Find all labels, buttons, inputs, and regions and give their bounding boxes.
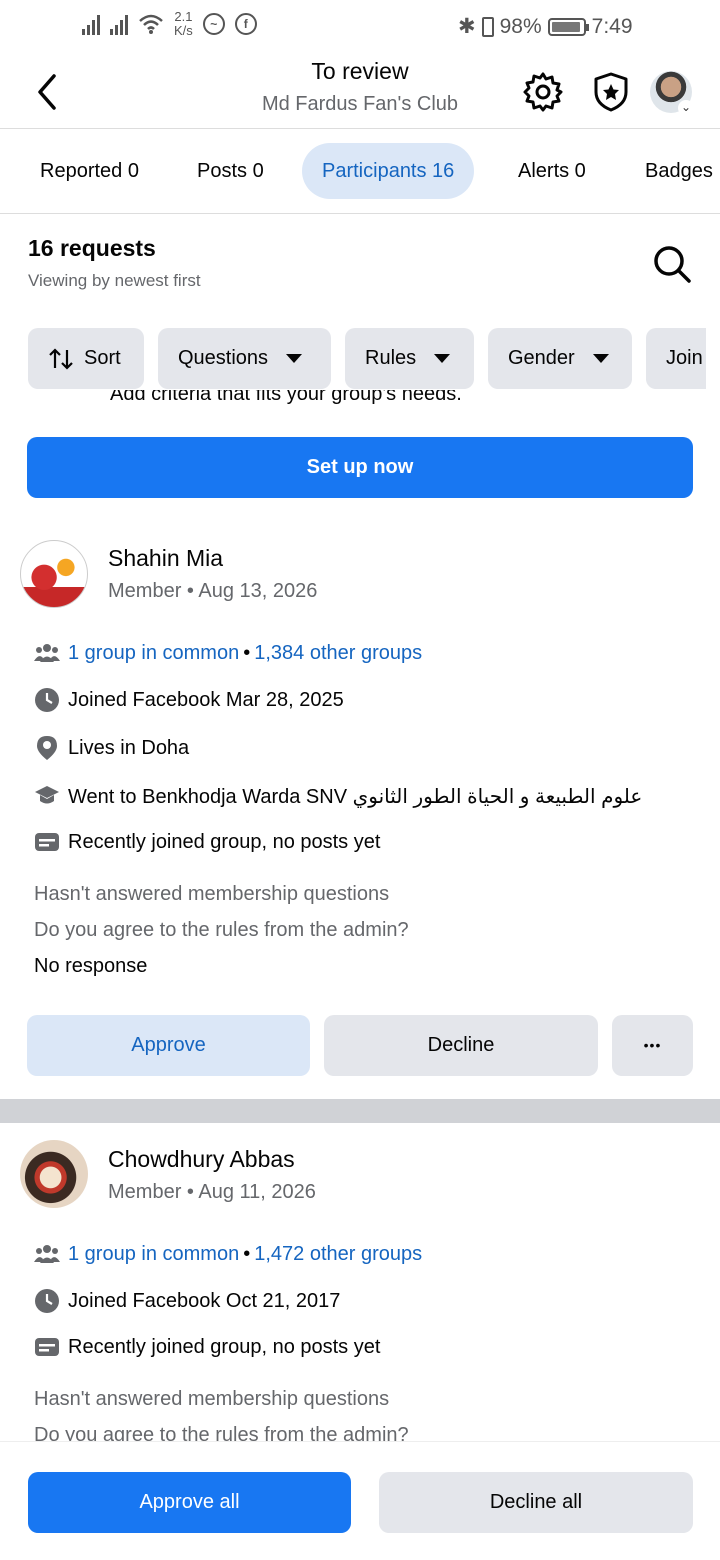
groups-row: 1 group in common • 1,472 other groups: [34, 1241, 422, 1267]
search-icon[interactable]: [652, 244, 692, 284]
criteria-text: Add criteria that fits your group's need…: [110, 390, 462, 405]
groups-in-common-link[interactable]: 1 group in common: [68, 1243, 239, 1266]
status-bar: 2.1 K/s ~ f ✱ 98% 7:49: [0, 0, 720, 56]
approve-button[interactable]: Approve: [27, 1015, 310, 1076]
rules-filter-chip[interactable]: Rules: [345, 328, 474, 389]
tab-reported[interactable]: Reported 0: [40, 143, 139, 199]
member-name[interactable]: Shahin Mia: [108, 545, 223, 572]
signal-icon: [110, 13, 128, 35]
activity-row: Recently joined group, no posts yet: [34, 1334, 380, 1360]
graduation-cap-icon: [34, 783, 60, 809]
vibrate-icon: [481, 16, 494, 37]
gender-filter-chip[interactable]: Gender: [488, 328, 632, 389]
member-meta: Member • Aug 13, 2026: [108, 580, 318, 602]
messenger-icon: ~: [202, 13, 225, 35]
other-groups-link[interactable]: 1,384 other groups: [254, 642, 422, 665]
network-speed: 2.1 K/s: [174, 9, 193, 38]
filter-chips: Sort Questions Rules Gender Join: [28, 328, 706, 390]
questions-filter-chip[interactable]: Questions: [158, 328, 331, 389]
tab-participants[interactable]: Participants 16: [302, 143, 475, 199]
sort-description: Viewing by newest first: [28, 271, 201, 290]
people-icon: [34, 640, 60, 666]
post-card-icon: [34, 1334, 60, 1360]
decline-all-button[interactable]: Decline all: [379, 1472, 693, 1533]
requests-count: 16 requests: [28, 235, 156, 261]
caret-down-icon: [434, 354, 451, 363]
other-groups-link[interactable]: 1,472 other groups: [254, 1243, 422, 1266]
activity-row: Recently joined group, no posts yet: [34, 829, 380, 855]
facebook-icon: f: [234, 13, 257, 35]
location-row: Lives in Doha: [34, 735, 189, 761]
clock: 7:49: [591, 14, 633, 38]
clock-icon: [34, 1288, 60, 1314]
member-meta: Member • Aug 11, 2026: [108, 1181, 316, 1203]
approve-all-button[interactable]: Approve all: [28, 1472, 351, 1533]
groups-row: 1 group in common • 1,384 other groups: [34, 640, 422, 666]
rules-question: Do you agree to the rules from the admin…: [34, 919, 409, 941]
location-pin-icon: [34, 735, 60, 761]
tab-alerts[interactable]: Alerts 0: [518, 143, 586, 199]
signal-icon: [82, 13, 100, 35]
battery-icon: [547, 17, 589, 36]
card-separator: [0, 1099, 720, 1123]
bulk-action-bar: Approve all Decline all: [0, 1441, 720, 1560]
battery-percent: 98%: [499, 14, 542, 38]
join-filter-chip[interactable]: Join: [646, 328, 706, 389]
decline-button[interactable]: Decline: [324, 1015, 598, 1076]
membership-questions-status: Hasn't answered membership questions: [34, 1388, 390, 1410]
sort-chip[interactable]: Sort: [28, 328, 144, 389]
tab-posts[interactable]: Posts 0: [197, 143, 264, 199]
membership-questions-status: Hasn't answered membership questions: [34, 883, 390, 905]
clock-icon: [34, 687, 60, 713]
set-up-now-button[interactable]: Set up now: [27, 437, 693, 498]
tab-bar: Reported 0 Posts 0 Participants 16 Alert…: [0, 130, 720, 214]
caret-down-icon: [286, 354, 303, 363]
groups-in-common-link[interactable]: 1 group in common: [68, 642, 239, 665]
tab-badges[interactable]: Badges: [645, 143, 713, 199]
post-card-icon: [34, 829, 60, 855]
caret-down-icon: [592, 354, 609, 363]
joined-row: Joined Facebook Oct 21, 2017: [34, 1288, 340, 1314]
member-name[interactable]: Chowdhury Abbas: [108, 1146, 295, 1173]
chevron-down-icon: ⌄: [678, 100, 694, 116]
rules-answer: No response: [34, 955, 148, 977]
member-avatar[interactable]: [20, 540, 88, 608]
education-row: Went to Benkhodja Warda SNV علوم الطبيعة…: [34, 783, 642, 809]
wifi-icon: [139, 14, 163, 34]
gear-icon[interactable]: [521, 70, 565, 114]
more-options-button[interactable]: •••: [612, 1015, 693, 1076]
bluetooth-icon: ✱: [458, 15, 476, 38]
people-icon: [34, 1241, 60, 1267]
app-header: To review Md Fardus Fan's Club ⌄: [0, 56, 720, 129]
sort-icon: [49, 347, 73, 370]
admin-shield-icon[interactable]: [589, 70, 633, 114]
joined-row: Joined Facebook Mar 28, 2025: [34, 687, 344, 713]
member-avatar[interactable]: [20, 1140, 88, 1208]
